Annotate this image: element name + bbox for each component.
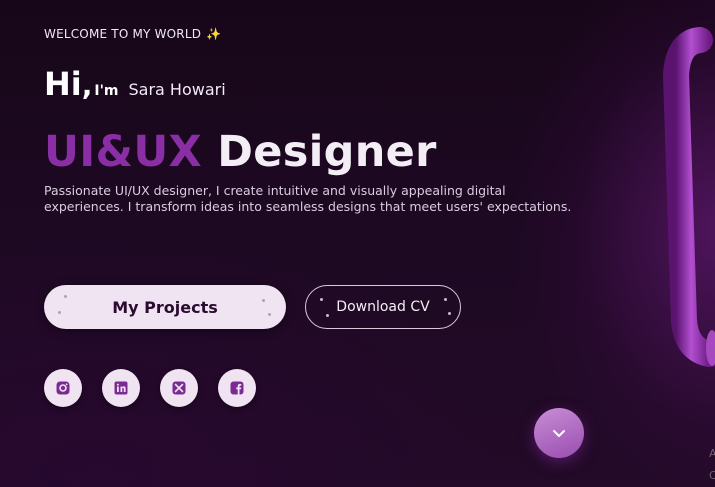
decor-dot — [268, 313, 271, 316]
decor-dot — [58, 311, 61, 314]
decor-dot — [444, 298, 447, 301]
facebook-icon — [230, 381, 244, 395]
corner-text: A C — [709, 447, 715, 482]
sparkles-icon: ✨ — [206, 27, 222, 41]
chevron-down-icon — [553, 430, 565, 437]
bio-paragraph: Passionate UI/UX designer, I create intu… — [44, 183, 572, 214]
decor-dot — [262, 299, 265, 302]
my-projects-label: My Projects — [112, 297, 218, 317]
page-title: UI&UX Designer — [44, 124, 437, 180]
decor-dot — [320, 298, 323, 301]
decorative-3d-shape — [662, 27, 715, 440]
greeting-im: I'm — [94, 83, 119, 99]
decor-dot — [448, 312, 451, 315]
greeting-hi: Hi — [44, 65, 82, 103]
x-icon — [172, 381, 186, 395]
hero-section: WELCOME TO MY WORLD ✨ Hi, I'm Sara Howari… — [0, 0, 715, 487]
x-link[interactable] — [160, 369, 198, 407]
designer-name: Sara Howari — [128, 80, 226, 99]
download-cv-label: Download CV — [336, 299, 430, 315]
social-links — [44, 369, 256, 407]
linkedin-link[interactable] — [102, 369, 140, 407]
eyebrow-text: WELCOME TO MY WORLD — [44, 27, 202, 41]
download-cv-button[interactable]: Download CV — [305, 285, 461, 329]
decor-dot — [326, 314, 329, 317]
greeting: Hi, I'm Sara Howari — [44, 66, 226, 102]
scroll-down-button[interactable] — [534, 408, 584, 458]
greeting-comma: , — [81, 69, 93, 102]
instagram-icon — [56, 381, 70, 395]
title-accent: UI&UX — [44, 127, 202, 177]
facebook-link[interactable] — [218, 369, 256, 407]
decor-dot — [64, 295, 67, 298]
title-rest: Designer — [217, 127, 437, 177]
linkedin-icon — [114, 381, 128, 395]
my-projects-button[interactable]: My Projects — [44, 285, 286, 329]
welcome-eyebrow: WELCOME TO MY WORLD ✨ — [44, 27, 221, 41]
instagram-link[interactable] — [44, 369, 82, 407]
